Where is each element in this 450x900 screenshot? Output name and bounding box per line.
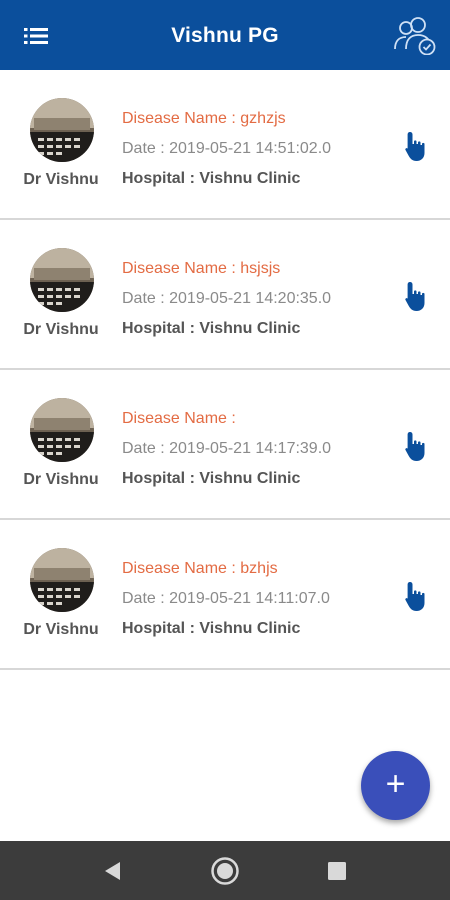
disease-name: Disease Name : gzhzjs bbox=[122, 110, 286, 127]
tap-hand-icon bbox=[405, 432, 425, 461]
disease-name: Disease Name : bzhjs bbox=[122, 560, 278, 577]
system-nav-bar bbox=[0, 841, 450, 900]
avatar bbox=[30, 398, 94, 462]
record-list: Dr Vishnu Disease Name : gzhzjs Date : 2… bbox=[0, 70, 450, 670]
recents-square-icon bbox=[328, 861, 346, 880]
tap-hand-button[interactable] bbox=[400, 426, 434, 466]
list-item[interactable]: Dr Vishnu Disease Name : gzhzjs Date : 2… bbox=[0, 70, 450, 220]
record-info: Disease Name : hsjsjs Date : 2019-05-21 … bbox=[122, 258, 390, 340]
avatar bbox=[30, 248, 94, 312]
back-button[interactable] bbox=[83, 841, 143, 900]
home-circle-icon bbox=[211, 856, 239, 885]
hospital-name: Hospital : Vishnu Clinic bbox=[122, 620, 301, 637]
record-date: Date : 2019-05-21 14:11:07.0 bbox=[122, 590, 330, 607]
avatar bbox=[30, 98, 94, 162]
user-group-button[interactable] bbox=[392, 12, 438, 58]
tap-hand-button[interactable] bbox=[400, 276, 434, 316]
tap-hand-icon bbox=[405, 282, 425, 311]
record-info: Disease Name : bzhjs Date : 2019-05-21 1… bbox=[122, 558, 390, 640]
add-record-button[interactable]: + bbox=[361, 751, 430, 820]
doctor-name: Dr Vishnu bbox=[23, 321, 99, 338]
hospital-name: Hospital : Vishnu Clinic bbox=[122, 320, 301, 337]
recents-button[interactable] bbox=[307, 841, 367, 900]
record-date: Date : 2019-05-21 14:20:35.0 bbox=[122, 290, 332, 307]
back-triangle-icon bbox=[105, 861, 120, 880]
tap-hand-icon bbox=[405, 582, 425, 611]
list-item[interactable]: Dr Vishnu Disease Name : Date : 2019-05-… bbox=[0, 370, 450, 520]
page-title: Vishnu PG bbox=[171, 24, 279, 47]
user-group-verified-icon bbox=[394, 17, 436, 55]
disease-name: Disease Name : bbox=[122, 410, 236, 427]
list-item[interactable]: Dr Vishnu Disease Name : bzhjs Date : 20… bbox=[0, 520, 450, 670]
record-date: Date : 2019-05-21 14:51:02.0 bbox=[122, 140, 332, 157]
tap-hand-button[interactable] bbox=[400, 126, 434, 166]
hospital-name: Hospital : Vishnu Clinic bbox=[122, 170, 301, 187]
avatar bbox=[30, 548, 94, 612]
record-info: Disease Name : Date : 2019-05-21 14:17:3… bbox=[122, 408, 390, 490]
disease-name: Disease Name : hsjsjs bbox=[122, 260, 281, 277]
record-date: Date : 2019-05-21 14:17:39.0 bbox=[122, 440, 332, 457]
doctor-name: Dr Vishnu bbox=[23, 621, 99, 638]
list-item[interactable]: Dr Vishnu Disease Name : hsjsjs Date : 2… bbox=[0, 220, 450, 370]
record-info: Disease Name : gzhzjs Date : 2019-05-21 … bbox=[122, 108, 390, 190]
home-button[interactable] bbox=[195, 841, 255, 900]
hospital-name: Hospital : Vishnu Clinic bbox=[122, 470, 301, 487]
doctor-name: Dr Vishnu bbox=[23, 171, 99, 188]
doctor-name: Dr Vishnu bbox=[23, 471, 99, 488]
tap-hand-icon bbox=[405, 132, 425, 161]
app-bar: Vishnu PG bbox=[0, 0, 450, 70]
tap-hand-button[interactable] bbox=[400, 576, 434, 616]
